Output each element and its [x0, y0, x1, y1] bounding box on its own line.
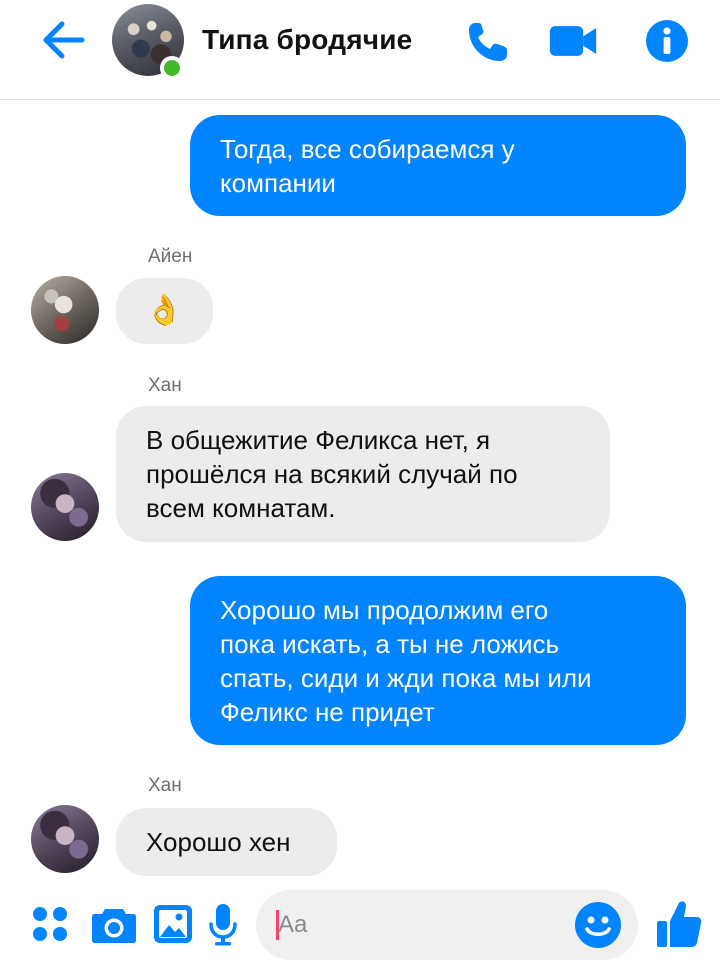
message-bubble-outgoing[interactable]: Тогда, все собираемся у компании	[190, 115, 686, 216]
emoji-button[interactable]	[574, 901, 622, 949]
message-text: Хорошо хен	[146, 827, 291, 857]
online-status-indicator	[160, 56, 184, 80]
chat-title[interactable]: Типа бродячие	[202, 24, 412, 56]
message-bubble-incoming[interactable]: 👌	[116, 278, 213, 344]
video-camera-icon	[549, 26, 597, 56]
image-icon	[154, 905, 192, 943]
camera-icon	[92, 909, 136, 943]
message-text: В общежитие Феликса нет, я прошёлся на в…	[146, 425, 518, 523]
avatar[interactable]	[31, 276, 99, 344]
gallery-button[interactable]	[150, 902, 196, 946]
sender-name: Хан	[148, 375, 182, 396]
chat-header: Типа бродячие	[0, 0, 720, 100]
sender-name: Хан	[148, 775, 182, 796]
message-text: Тогда, все собираемся у компании	[220, 133, 515, 198]
call-button[interactable]	[464, 16, 514, 66]
message-composer	[256, 890, 638, 960]
info-icon	[646, 20, 688, 62]
sender-name: Айен	[148, 246, 193, 267]
video-call-button[interactable]	[548, 16, 598, 66]
voice-message-button[interactable]	[206, 902, 240, 946]
arrow-left-icon	[43, 21, 85, 59]
avatar[interactable]	[31, 473, 99, 541]
message-bubble-incoming[interactable]: Хорошо хен	[116, 808, 337, 876]
ok-hand-emoji: 👌	[145, 294, 184, 327]
message-text: Хорошо мы продолжим его пока искать, а т…	[220, 594, 592, 727]
phone-icon	[469, 23, 507, 61]
camera-button[interactable]	[90, 902, 138, 946]
like-button[interactable]	[654, 898, 704, 950]
more-actions-button[interactable]	[28, 902, 72, 946]
emoji-icon	[575, 902, 621, 948]
back-button[interactable]	[38, 18, 88, 62]
avatar[interactable]	[31, 805, 99, 873]
info-button[interactable]	[642, 16, 692, 66]
message-input[interactable]	[278, 905, 558, 945]
thumbs-up-icon	[657, 901, 702, 947]
grid-menu-icon	[33, 907, 67, 941]
microphone-icon	[209, 904, 237, 946]
message-bubble-incoming[interactable]: В общежитие Феликса нет, я прошёлся на в…	[116, 406, 610, 542]
message-bubble-outgoing[interactable]: Хорошо мы продолжим его пока искать, а т…	[190, 576, 686, 745]
